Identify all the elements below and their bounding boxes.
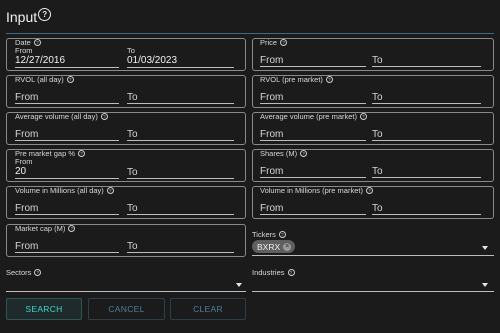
- average-volume-all-day-filter-box: Average volume (all day)? From To: [6, 112, 246, 145]
- pre-market-gap-filter-box: Pre market gap %? From 20 To: [6, 149, 246, 182]
- shares-to-input[interactable]: To: [372, 164, 481, 178]
- shares-from-input[interactable]: From: [260, 164, 366, 178]
- shares-to-placeholder: To: [372, 166, 383, 177]
- average-volume-all-day-label: Average volume (all day)?: [15, 112, 108, 121]
- market-cap-to-placeholder: To: [127, 241, 138, 252]
- volume-millions-all-day-to-input[interactable]: To: [127, 201, 234, 215]
- cancel-button[interactable]: CANCEL: [88, 298, 165, 320]
- help-icon[interactable]: ?: [365, 187, 373, 194]
- ticker-chip: BXRX ×: [252, 240, 296, 253]
- price-to-input[interactable]: To: [372, 53, 481, 67]
- industries-label: Industries?: [252, 268, 295, 277]
- shares-label: Shares (M)?: [260, 149, 308, 158]
- tickers-label: Tickers?: [252, 230, 286, 239]
- rvol-pre-market-to-input[interactable]: To: [372, 90, 481, 104]
- help-icon[interactable]: ?: [78, 150, 86, 157]
- average-volume-all-day-to-input[interactable]: To: [127, 127, 234, 141]
- average-volume-pre-market-filter-box: Average volume (pre market)? From To: [252, 112, 494, 145]
- price-from-input[interactable]: From: [260, 53, 366, 67]
- date-from-input[interactable]: 12/27/2016: [15, 54, 119, 68]
- average-volume-pre-market-label: Average volume (pre market)?: [260, 112, 367, 121]
- volume-millions-pre-market-to-input[interactable]: To: [372, 201, 481, 215]
- pre-market-gap-to-placeholder: To: [127, 167, 138, 178]
- help-icon[interactable]: ?: [33, 39, 41, 46]
- rvol-all-day-from-input[interactable]: From: [15, 90, 119, 104]
- date-filter-box: Date? From To 12/27/2016 01/03/2023: [6, 38, 246, 71]
- rvol-pre-market-from-input[interactable]: From: [260, 90, 366, 104]
- market-cap-to-input[interactable]: To: [127, 239, 234, 253]
- price-from-placeholder: From: [260, 55, 284, 66]
- average-volume-pre-market-from-placeholder: From: [260, 129, 284, 140]
- help-icon[interactable]: ?: [100, 113, 108, 120]
- page-header: Input ?: [6, 6, 52, 28]
- help-icon[interactable]: ?: [359, 113, 367, 120]
- volume-millions-all-day-from-placeholder: From: [15, 203, 39, 214]
- volume-millions-all-day-label: Volume in Millions (all day)?: [15, 186, 114, 195]
- rvol-all-day-filter-box: RVOL (all day)? From To: [6, 75, 246, 108]
- help-icon[interactable]: ?: [66, 76, 74, 83]
- average-volume-pre-market-to-input[interactable]: To: [372, 127, 481, 141]
- help-icon[interactable]: ?: [278, 231, 286, 238]
- volume-millions-all-day-filter-box: Volume in Millions (all day)? From To: [6, 186, 246, 219]
- rvol-all-day-to-placeholder: To: [127, 92, 138, 103]
- market-cap-label: Market cap (M)?: [15, 224, 76, 233]
- chip-remove-icon[interactable]: ×: [283, 242, 292, 251]
- clear-button[interactable]: CLEAR: [170, 298, 246, 320]
- average-volume-pre-market-to-placeholder: To: [372, 129, 383, 140]
- volume-millions-pre-market-label: Volume in Millions (pre market)?: [260, 186, 373, 195]
- date-to-value: 01/03/2023: [127, 55, 178, 66]
- price-to-placeholder: To: [372, 55, 383, 66]
- rvol-all-day-label: RVOL (all day)?: [15, 75, 74, 84]
- average-volume-all-day-from-input[interactable]: From: [15, 127, 119, 141]
- market-cap-filter-box: Market cap (M)? From To: [6, 224, 246, 257]
- market-cap-from-input[interactable]: From: [15, 239, 119, 253]
- help-icon[interactable]: ?: [106, 187, 114, 194]
- volume-millions-pre-market-to-placeholder: To: [372, 203, 383, 214]
- pre-market-gap-from-value: 20: [15, 166, 27, 177]
- header-divider: [6, 33, 494, 34]
- average-volume-all-day-from-placeholder: From: [15, 129, 39, 140]
- volume-millions-all-day-to-placeholder: To: [127, 203, 138, 214]
- shares-from-placeholder: From: [260, 166, 284, 177]
- help-icon[interactable]: ?: [300, 150, 308, 157]
- search-button[interactable]: SEARCH: [6, 298, 82, 320]
- sectors-label: Sectors?: [6, 268, 42, 277]
- rvol-pre-market-from-placeholder: From: [260, 92, 284, 103]
- industries-select[interactable]: [252, 278, 494, 292]
- help-icon[interactable]: ?: [325, 76, 333, 83]
- volume-millions-pre-market-from-placeholder: From: [260, 203, 284, 214]
- chevron-down-icon[interactable]: [236, 283, 242, 287]
- volume-millions-all-day-from-input[interactable]: From: [15, 201, 119, 215]
- volume-millions-pre-market-from-input[interactable]: From: [260, 201, 366, 215]
- chevron-down-icon[interactable]: [482, 283, 488, 287]
- rvol-all-day-to-input[interactable]: To: [127, 90, 234, 104]
- help-icon[interactable]: ?: [68, 225, 76, 232]
- volume-millions-pre-market-filter-box: Volume in Millions (pre market)? From To: [252, 186, 494, 219]
- date-to-input[interactable]: 01/03/2023: [127, 54, 234, 68]
- rvol-pre-market-to-placeholder: To: [372, 92, 383, 103]
- price-filter-box: Price? From To: [252, 38, 494, 71]
- help-icon[interactable]: ?: [280, 39, 288, 46]
- rvol-all-day-from-placeholder: From: [15, 92, 39, 103]
- page-title: Input: [6, 9, 38, 25]
- shares-filter-box: Shares (M)? From To: [252, 149, 494, 182]
- average-volume-pre-market-from-input[interactable]: From: [260, 127, 366, 141]
- date-from-value: 12/27/2016: [15, 55, 66, 66]
- market-cap-from-placeholder: From: [15, 241, 39, 252]
- price-label: Price?: [260, 38, 288, 47]
- average-volume-all-day-to-placeholder: To: [127, 129, 138, 140]
- help-icon[interactable]: ?: [287, 269, 295, 276]
- pre-market-gap-to-input[interactable]: To: [127, 165, 234, 179]
- pre-market-gap-from-input[interactable]: 20: [15, 165, 119, 179]
- rvol-pre-market-label: RVOL (pre market)?: [260, 75, 333, 84]
- sectors-select[interactable]: [6, 278, 246, 292]
- ticker-chip-label: BXRX: [257, 241, 281, 252]
- help-icon[interactable]: ?: [38, 7, 52, 21]
- help-icon[interactable]: ?: [34, 269, 42, 276]
- rvol-pre-market-filter-box: RVOL (pre market)? From To: [252, 75, 494, 108]
- chevron-down-icon[interactable]: [482, 246, 488, 250]
